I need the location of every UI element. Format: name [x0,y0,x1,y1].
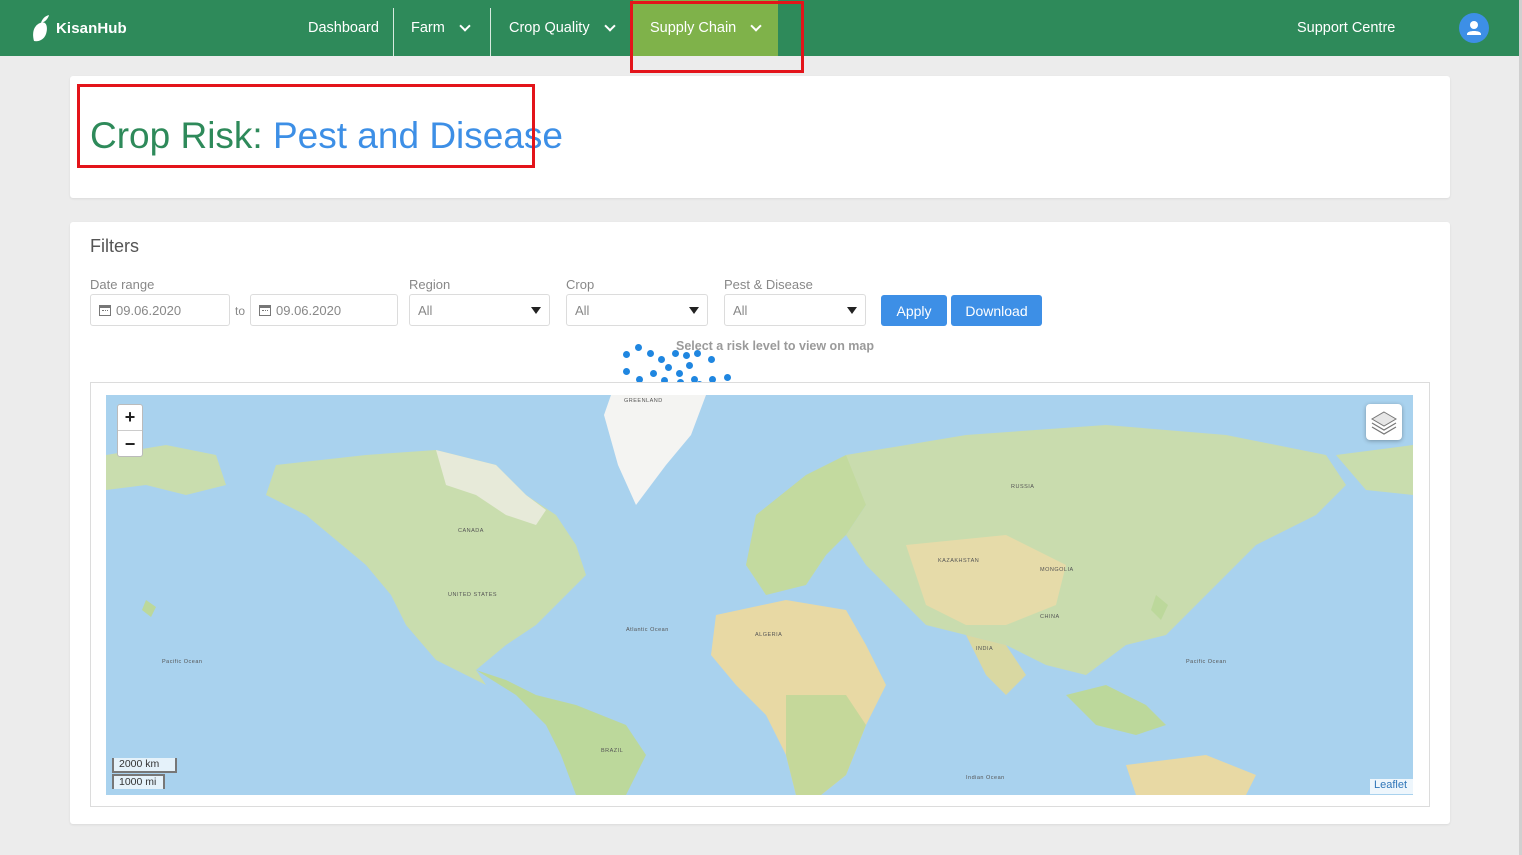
layers-icon [1371,411,1397,435]
region-label: Region [409,277,451,292]
layers-control[interactable] [1366,404,1402,440]
map-label-mongolia: MONGOLIA [1040,567,1074,573]
map-label-canada: CANADA [458,528,484,534]
apply-button[interactable]: Apply [881,295,947,326]
download-button[interactable]: Download [951,295,1042,326]
caret-down-icon [689,307,699,314]
leaflet-attribution-link[interactable]: Leaflet [1370,779,1413,794]
scale-bar-km: 2000 km [112,758,177,773]
map-label-greenland: GREENLAND [624,398,663,404]
user-avatar[interactable] [1459,13,1489,43]
map-label-atlantic: Atlantic Ocean [626,627,669,633]
zoom-out-button[interactable]: − [118,431,142,457]
nav-dashboard-label: Dashboard [308,20,379,36]
zoom-control: + − [117,404,143,457]
scale-bar-mi: 1000 mi [112,774,165,789]
map-label-kazakhstan: KAZAKHSTAN [938,558,980,564]
nav-farm-label: Farm [411,20,445,36]
pest-disease-value: All [733,302,748,318]
chevron-down-icon [603,19,616,32]
world-map-tiles [106,395,1413,795]
nav-divider [393,8,394,56]
map-label-china: CHINA [1040,614,1060,620]
crop-label: Crop [566,277,595,292]
map-label-russia: RUSSIA [1011,484,1035,490]
map-label-india: INDIA [976,646,994,652]
pest-disease-label: Pest & Disease [724,277,813,292]
nav-farm[interactable]: Farm [411,0,471,56]
support-centre-link[interactable]: Support Centre [1297,0,1395,56]
date-to-separator: to [235,304,246,318]
chevron-down-icon [459,19,471,32]
caret-down-icon [531,307,541,314]
region-value: All [418,302,433,318]
caret-down-icon [847,307,857,314]
region-select[interactable]: All [409,294,550,326]
highlight-box-supply-chain [630,1,804,73]
nav-crop-quality-label: Crop Quality [509,20,590,36]
support-centre-label: Support Centre [1297,20,1396,36]
date-range-label: Date range [90,277,155,292]
map-label-pacific-west: Pacific Ocean [162,659,203,665]
nav-dashboard[interactable]: Dashboard [308,0,379,56]
highlight-box-title [77,84,535,168]
crop-select[interactable]: All [566,294,708,326]
date-to-input[interactable]: 09.06.2020 [250,294,398,326]
filters-heading: Filters [90,236,139,256]
nav-crop-quality[interactable]: Crop Quality [509,0,616,56]
map-label-algeria: ALGERIA [755,632,783,638]
leaf-logo-icon [33,15,49,42]
calendar-icon [99,304,111,316]
calendar-icon [259,304,271,316]
brand-name: KisanHub [56,19,127,37]
crop-value: All [575,302,590,318]
map-label-indian: Indian Ocean [966,775,1005,781]
date-from-value: 09.06.2020 [116,302,182,318]
pest-disease-select[interactable]: All [724,294,866,326]
map-label-pacific-east: Pacific Ocean [1186,659,1227,665]
date-from-input[interactable]: 09.06.2020 [90,294,230,326]
map-label-usa: UNITED STATES [448,592,498,598]
map-label-brazil: BRAZIL [601,748,624,754]
zoom-in-button[interactable]: + [118,405,142,431]
date-to-value: 09.06.2020 [276,302,342,318]
user-icon [1467,21,1481,35]
world-map[interactable]: GREENLAND CANADA UNITED STATES RUSSIA KA… [106,395,1413,795]
brand-logo[interactable]: KisanHub [30,13,127,43]
nav-divider [490,8,491,56]
